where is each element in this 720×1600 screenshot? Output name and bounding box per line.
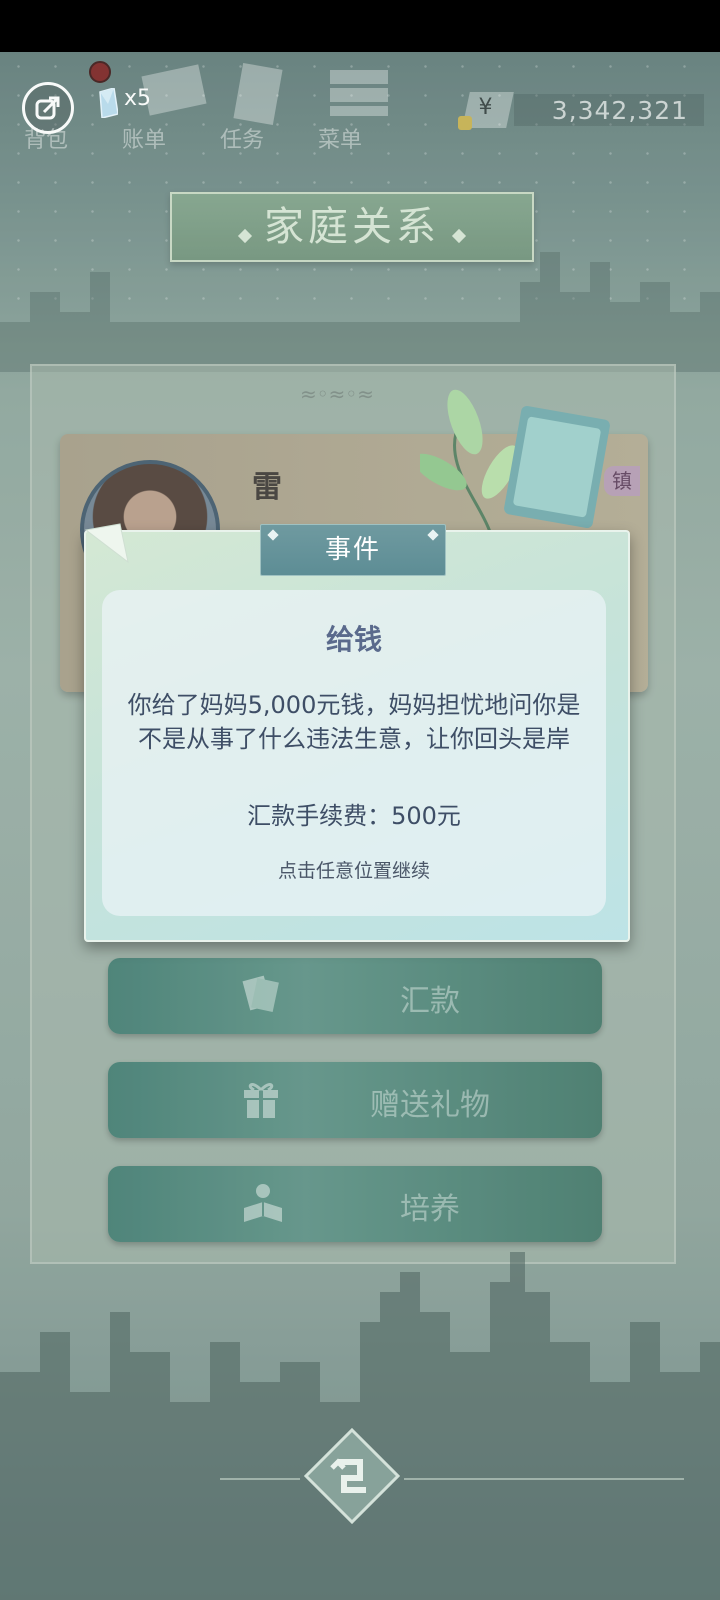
event-heading: 给钱 (325, 623, 382, 656)
diamond-icon (427, 529, 439, 541)
diamond-icon (267, 529, 279, 541)
page-fold-corner (84, 523, 129, 564)
status-bar (0, 0, 720, 52)
remittance-fee: 汇款手续费：500元 (247, 802, 461, 830)
event-body: 你给了妈妈5,000元钱，妈妈担忧地问你是不是从事了什么违法生意，让你回头是岸 (127, 691, 581, 753)
event-tab: 事件 (260, 524, 446, 576)
game-screen: x5 背包 账单 任务 菜单 ¥ 3,342,321 家庭关系 ≈◦≈◦≈ 雷 … (0, 52, 720, 1600)
continue-hint[interactable]: 点击任意位置继续 (102, 856, 606, 883)
event-tab-title: 事件 (324, 535, 381, 565)
